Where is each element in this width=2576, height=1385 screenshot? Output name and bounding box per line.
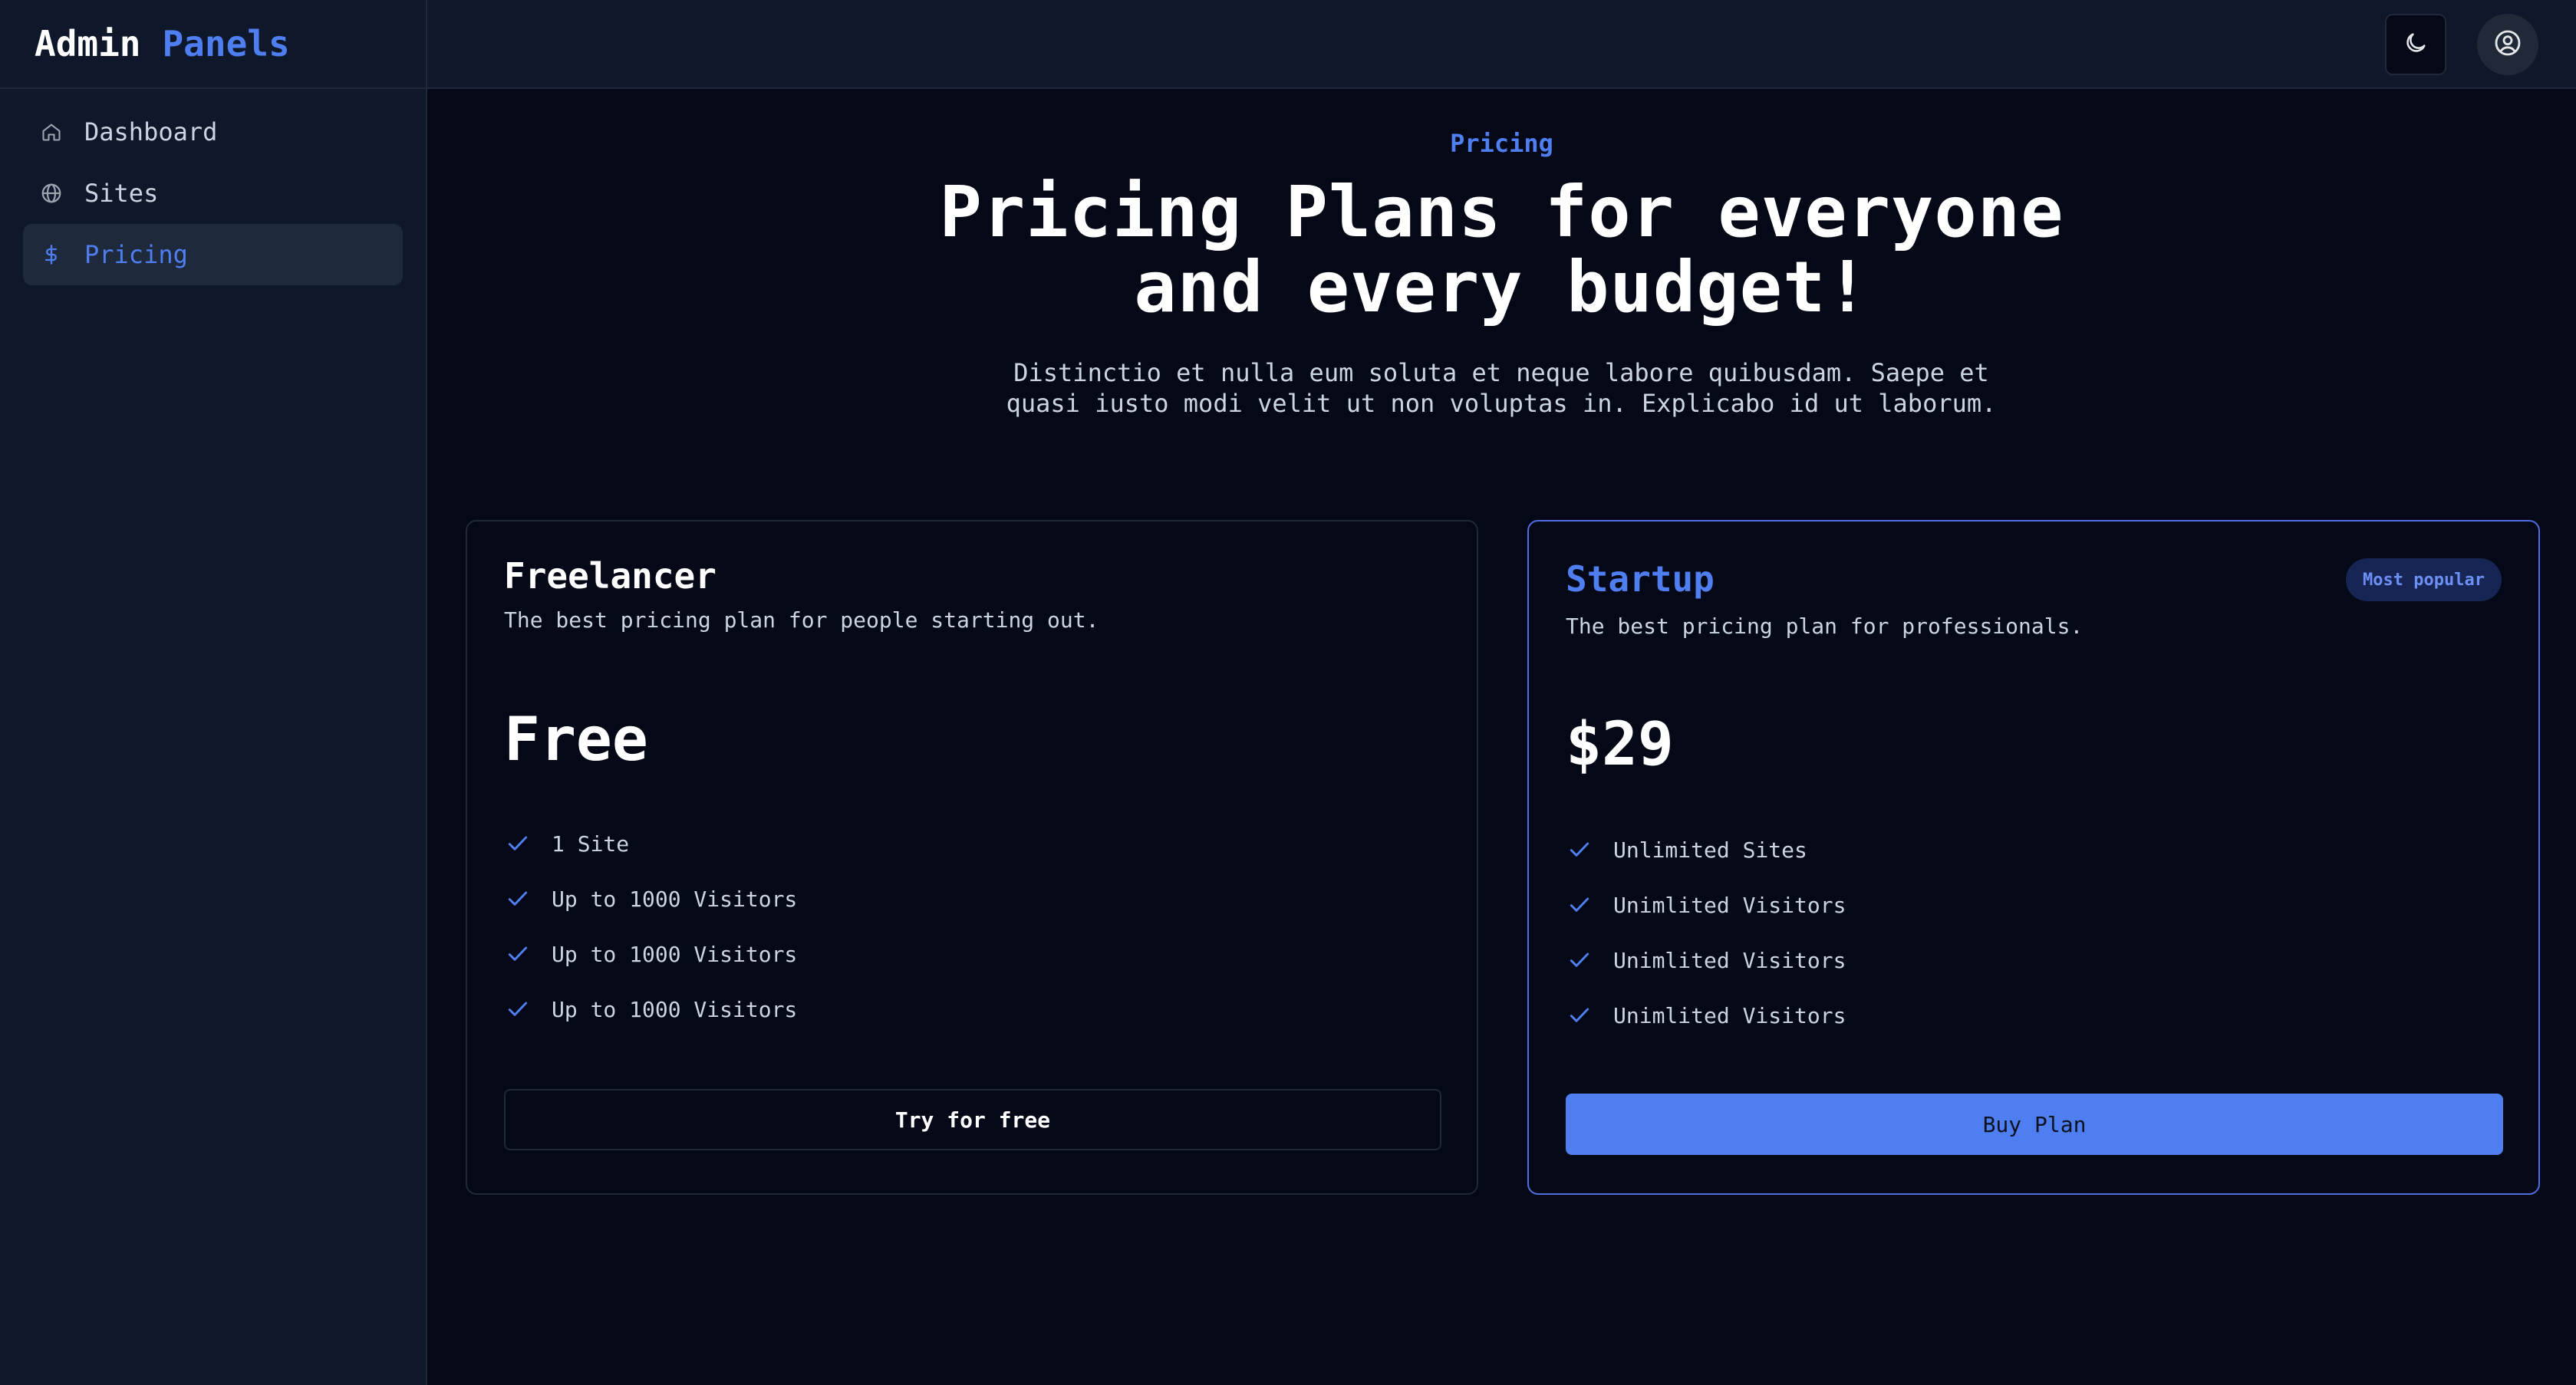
main-content: Pricing Pricing Plans for everyone and e… (427, 89, 2576, 1385)
page-description-line2: quasi iusto modi velit ut non voluptas i… (1006, 389, 1997, 418)
feature-text: Up to 1000 Visitors (552, 941, 798, 967)
feature-text: Up to 1000 Visitors (552, 996, 798, 1022)
check-icon (504, 830, 532, 857)
moon-icon (2403, 30, 2429, 59)
brand-name-part1: Admin (35, 23, 141, 64)
brand-name-part2: Panels (162, 23, 290, 64)
check-icon (1566, 946, 1593, 974)
plan-price: Free (504, 706, 648, 775)
sidebar-item-pricing[interactable]: Pricing (23, 224, 403, 285)
check-icon (1566, 836, 1593, 864)
brand-logo[interactable]: Admin Panels (0, 0, 426, 89)
sidebar-item-dashboard[interactable]: Dashboard (23, 101, 403, 163)
sidebar-item-label: Pricing (84, 240, 188, 269)
sidebar: Admin Panels Dashboard Sites Pricing (0, 0, 427, 1385)
feature-item: 1 Site (504, 816, 797, 871)
plan-description: The best pricing plan for people startin… (504, 607, 1099, 633)
sidebar-item-sites[interactable]: Sites (23, 163, 403, 224)
page-title-line1: Pricing Plans for everyone (939, 171, 2064, 253)
feature-list: Unlimited Sites Unimlited Visitors Uniml… (1566, 822, 1846, 1043)
sidebar-nav: Dashboard Sites Pricing (0, 89, 426, 298)
pricing-card-startup: Startup Most popular The best pricing pl… (1527, 520, 2540, 1195)
dollar-icon (40, 243, 63, 266)
check-icon (1566, 1002, 1593, 1029)
plan-name: Startup (1566, 558, 1715, 600)
topbar (427, 0, 2576, 89)
most-popular-badge: Most popular (2346, 558, 2502, 601)
buy-plan-button[interactable]: Buy Plan (1566, 1094, 2503, 1155)
feature-item: Unimlited Visitors (1566, 933, 1846, 988)
page-title-line2: and every budget! (1134, 246, 1869, 328)
check-icon (1566, 891, 1593, 919)
feature-text: 1 Site (552, 831, 630, 857)
plan-price: $29 (1566, 710, 1674, 779)
try-for-free-button[interactable]: Try for free (504, 1089, 1441, 1150)
page-description: Distinctio et nulla eum soluta et neque … (964, 357, 2038, 419)
feature-text: Unimlited Visitors (1613, 892, 1846, 918)
feature-text: Unimlited Visitors (1613, 1002, 1846, 1028)
plan-description: The best pricing plan for professionals. (1566, 614, 2084, 639)
feature-item: Unimlited Visitors (1566, 877, 1846, 933)
page-description-line1: Distinctio et nulla eum soluta et neque … (1013, 358, 1989, 387)
page-title: Pricing Plans for everyone and every bud… (427, 175, 2576, 325)
feature-list: 1 Site Up to 1000 Visitors Up to 1000 Vi… (504, 816, 797, 1037)
home-icon (40, 120, 63, 143)
check-icon (504, 995, 532, 1023)
feature-text: Up to 1000 Visitors (552, 886, 798, 912)
check-icon (504, 940, 532, 968)
user-circle-icon (2492, 28, 2523, 61)
check-icon (504, 885, 532, 913)
feature-item: Unlimited Sites (1566, 822, 1846, 877)
feature-item: Up to 1000 Visitors (504, 871, 797, 926)
pricing-card-freelancer: Freelancer The best pricing plan for peo… (466, 520, 1478, 1195)
globe-icon (40, 182, 63, 205)
feature-text: Unlimited Sites (1613, 837, 1807, 863)
theme-toggle-button[interactable] (2385, 14, 2446, 75)
feature-item: Up to 1000 Visitors (504, 926, 797, 982)
sidebar-item-label: Sites (84, 179, 159, 208)
feature-item: Up to 1000 Visitors (504, 982, 797, 1037)
plan-name: Freelancer (504, 555, 716, 597)
account-button[interactable] (2477, 14, 2538, 75)
feature-item: Unimlited Visitors (1566, 988, 1846, 1043)
feature-text: Unimlited Visitors (1613, 947, 1846, 973)
section-eyebrow: Pricing (1450, 129, 1553, 158)
sidebar-item-label: Dashboard (84, 117, 218, 146)
